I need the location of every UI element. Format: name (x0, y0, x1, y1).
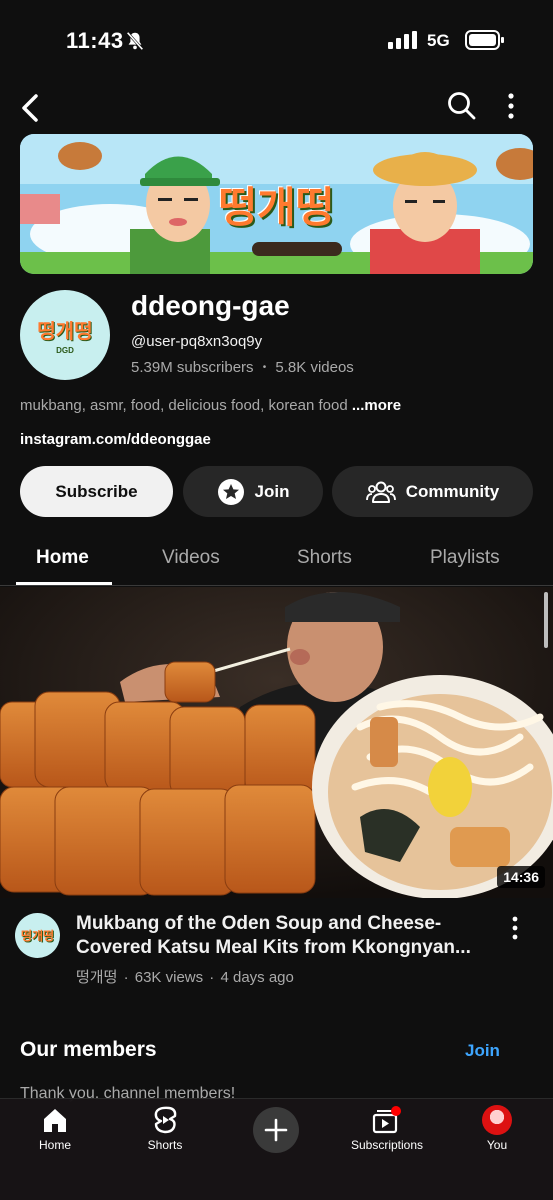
subscriptions-icon (372, 1106, 401, 1134)
video-meta: 떵개떵 · 63K views · 4 days ago (76, 966, 294, 987)
nav-home-label: Home (38, 1138, 71, 1152)
more-options-icon[interactable] (506, 92, 516, 125)
video-thumbnail[interactable]: 14:36 (0, 587, 553, 898)
back-arrow-icon[interactable] (16, 90, 44, 131)
subscriber-count: 5.39M subscribers (131, 359, 254, 376)
join-button[interactable]: Join (183, 466, 323, 517)
community-label: Community (405, 481, 500, 501)
meta-separator: · (123, 969, 129, 986)
video-info[interactable]: 떵개떵 Mukbang of the Oden Soup and Cheese-… (0, 908, 553, 988)
scrollbar[interactable] (544, 592, 548, 648)
nav-shorts[interactable]: Shorts (120, 1105, 210, 1152)
profile-avatar (482, 1105, 512, 1135)
channel-banner: 떵개떵 (20, 134, 533, 274)
members-join-button[interactable]: Join (465, 1041, 500, 1061)
nav-subscriptions-label: Subscriptions (350, 1138, 424, 1152)
create-icon (264, 1118, 288, 1142)
silent-bell-icon (124, 30, 146, 57)
video-title[interactable]: Mukbang of the Oden Soup and Cheese-Cove… (76, 912, 496, 960)
channel-avatar-sub: DGD (56, 346, 74, 355)
join-label: Join (254, 481, 290, 501)
star-badge-icon (217, 478, 244, 505)
top-bar (0, 86, 553, 130)
video-options-icon[interactable] (510, 916, 520, 945)
create-button[interactable] (253, 1107, 299, 1153)
shorts-icon (154, 1106, 177, 1134)
video-duration: 14:36 (497, 866, 545, 888)
tab-playlists[interactable]: Playlists (430, 547, 500, 569)
stats-separator: • (262, 362, 267, 373)
thumbnail-image (0, 587, 553, 898)
more-link[interactable]: ...more (352, 397, 401, 414)
subscribe-button[interactable]: Subscribe (20, 466, 173, 517)
channel-tabs: Home Videos Shorts Playlists (0, 536, 553, 586)
community-icon (365, 481, 396, 503)
status-time: 11:43 (66, 28, 124, 53)
tab-videos[interactable]: Videos (162, 547, 220, 569)
subscribe-label: Subscribe (55, 481, 138, 501)
members-section-title: Our members (20, 1038, 157, 1061)
community-button[interactable]: Community (332, 466, 533, 517)
meta-separator: · (209, 969, 215, 986)
video-views: 63K views (134, 969, 204, 986)
nav-subscriptions[interactable]: Subscriptions (342, 1105, 432, 1152)
video-avatar-logo: 떵개떵 (20, 929, 55, 943)
video-channel-avatar[interactable]: 떵개떵 (15, 913, 60, 958)
status-bar: 11:43 5G (0, 0, 553, 80)
description-text: mukbang, asmr, food, delicious food, kor… (20, 397, 348, 414)
channel-avatar[interactable]: 떵개떵 DGD (20, 290, 110, 380)
active-tab-indicator (16, 582, 112, 585)
banner-logo-text: 떵개떵 (218, 182, 335, 232)
nav-shorts-label: Shorts (147, 1138, 183, 1152)
video-age: 4 days ago (220, 969, 294, 986)
tab-home[interactable]: Home (36, 547, 89, 569)
channel-header: 떵개떵 DGD ddeong-gae @user-pq8xn3oq9y 5.39… (20, 290, 533, 380)
home-icon (44, 1109, 66, 1132)
channel-avatar-logo: 떵개떵 (37, 319, 93, 343)
video-count: 5.8K videos (275, 359, 354, 376)
bottom-navigation: Home Shorts Subscriptions You (0, 1098, 553, 1200)
channel-handle: @user-pq8xn3oq9y (131, 333, 263, 350)
nav-you-label: You (486, 1138, 508, 1152)
channel-name: ddeong-gae (131, 290, 290, 321)
channel-stats: 5.39M subscribers • 5.8K videos (131, 359, 354, 376)
nav-home[interactable]: Home (10, 1105, 100, 1152)
search-icon[interactable] (446, 90, 478, 127)
video-channel-name: 떵개떵 (76, 969, 118, 986)
battery-icon (465, 30, 505, 55)
network-type: 5G (427, 31, 450, 50)
tab-shorts[interactable]: Shorts (297, 547, 352, 569)
channel-link[interactable]: instagram.com/ddeonggae (20, 431, 211, 448)
signal-icon (388, 31, 418, 54)
channel-description[interactable]: mukbang, asmr, food, delicious food, kor… (20, 397, 401, 414)
nav-you[interactable]: You (452, 1105, 542, 1152)
